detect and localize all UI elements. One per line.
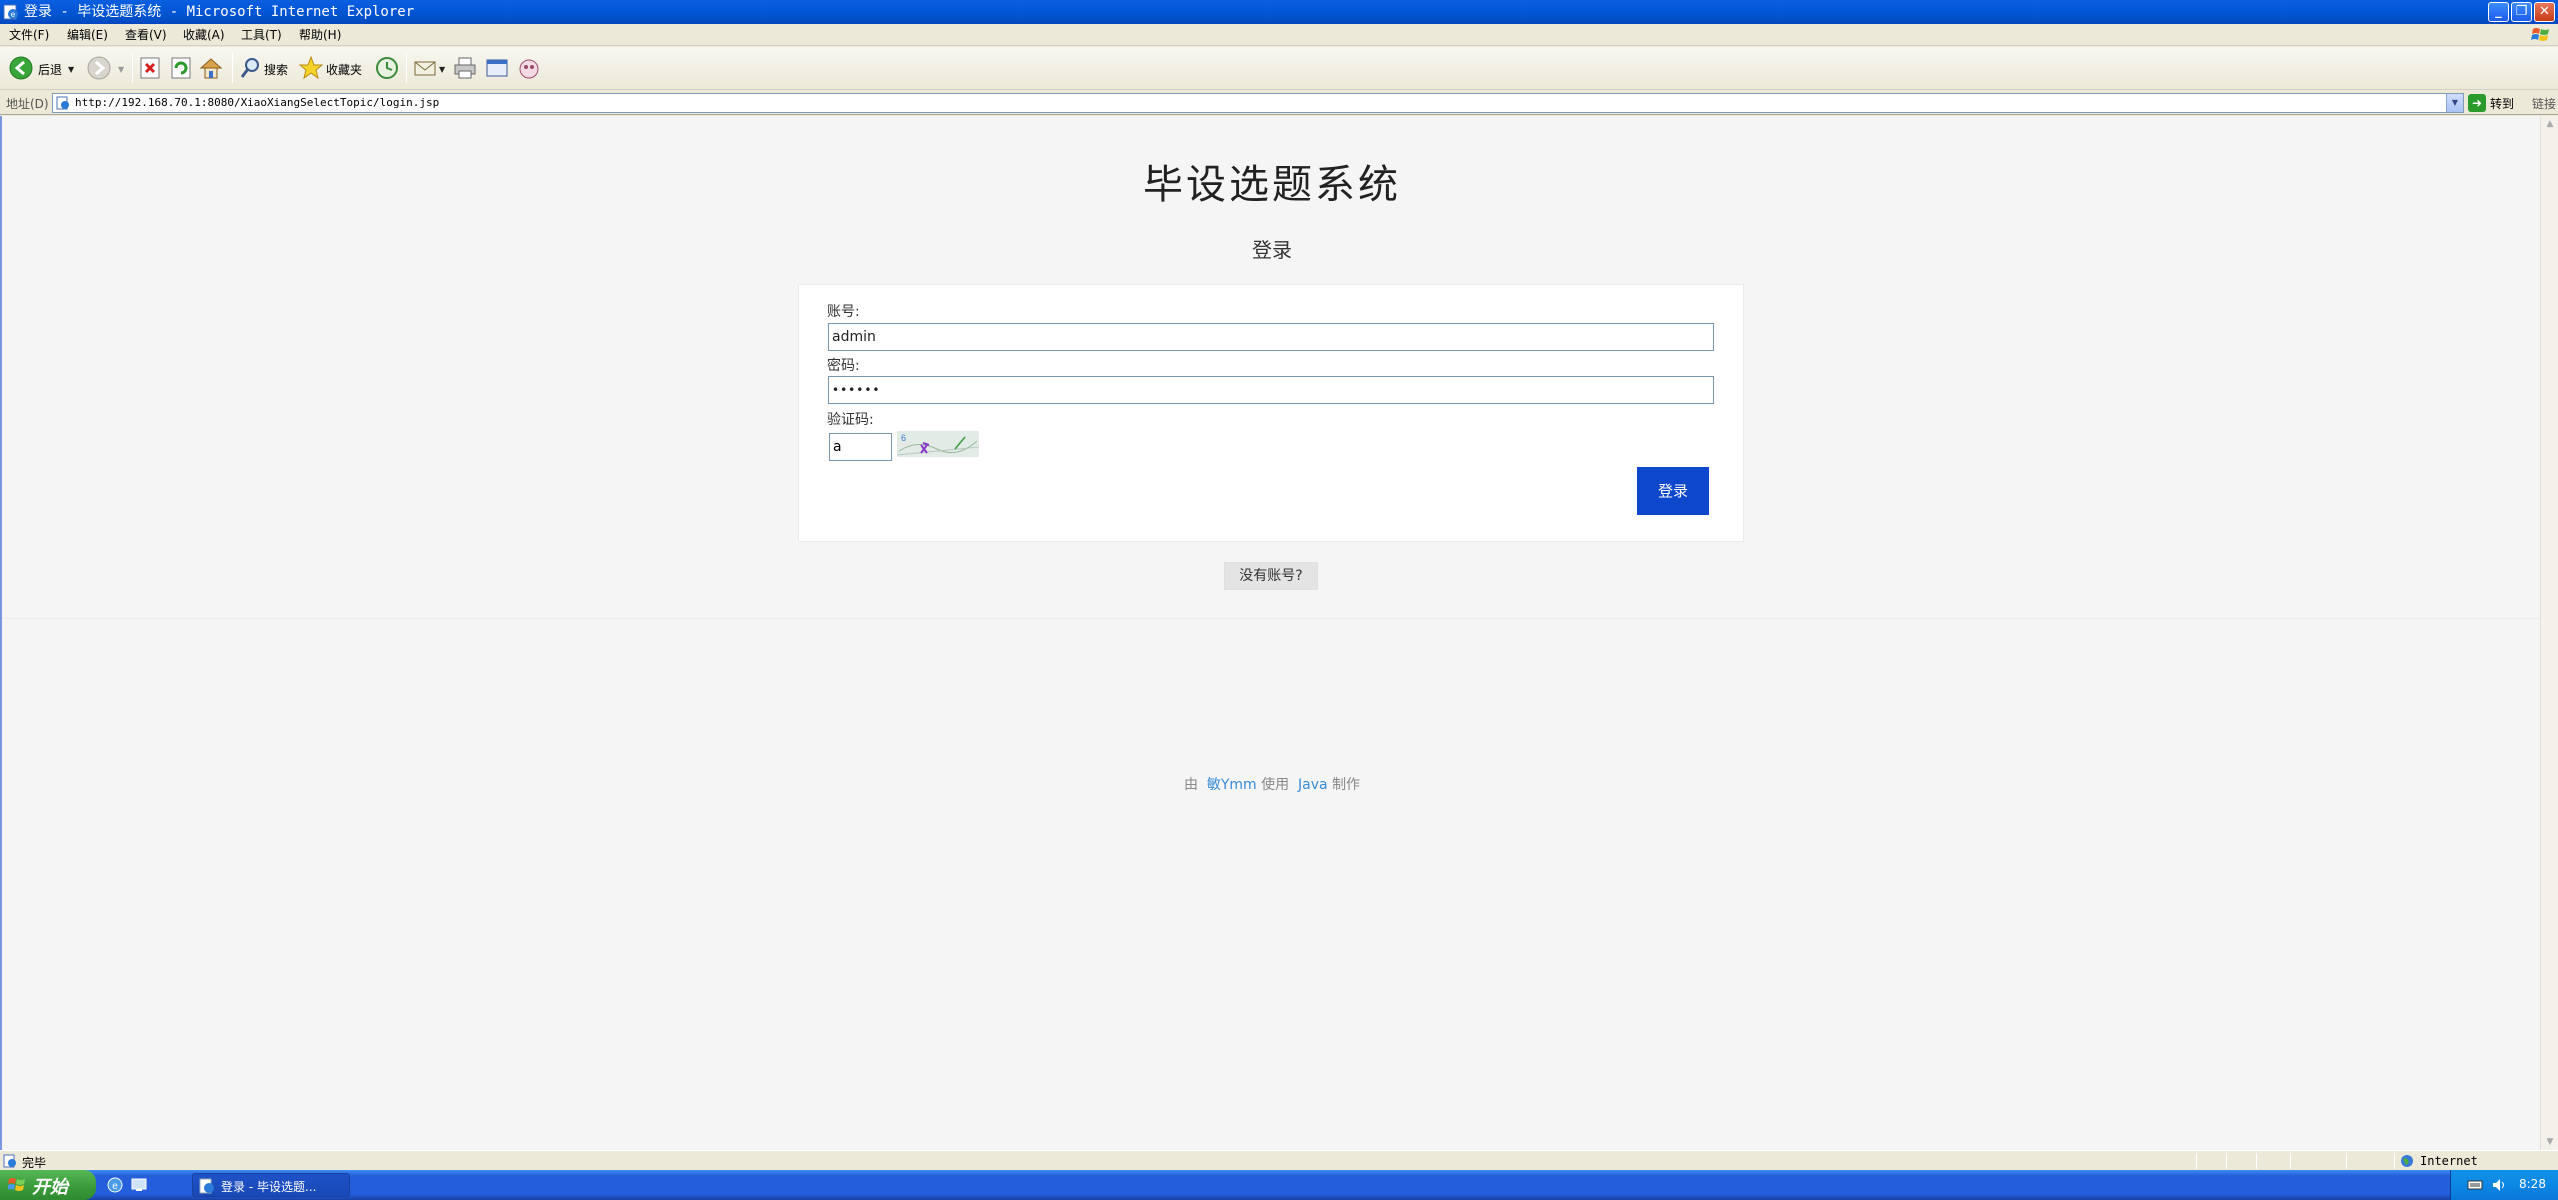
back-arrow-icon[interactable] [8,55,34,81]
scroll-down-icon[interactable]: ▼ [2542,1134,2558,1150]
tray-clock[interactable]: 8:28 [2519,1177,2546,1191]
menu-help[interactable]: 帮助(H) [299,27,341,43]
taskbar: 开始 e 登录 - 毕设选题... 8:28 [0,1170,2558,1200]
search-icon[interactable] [238,55,264,81]
stop-icon[interactable] [137,55,163,81]
minimize-button[interactable]: _ [2488,2,2509,22]
toolbar-divider [406,53,407,83]
register-link-button[interactable]: 没有账号? [1224,562,1318,590]
messenger-icon[interactable] [516,55,542,81]
status-divider [2394,1153,2395,1169]
captcha-label: 验证码: [827,412,874,428]
status-text: 完毕 [22,1156,47,1170]
back-button-label[interactable]: 后退 [38,61,62,78]
status-divider [2226,1153,2227,1169]
quicklaunch-desktop-icon[interactable] [130,1176,148,1194]
toolbar-divider [132,53,133,83]
taskbar-window-label: 登录 - 毕设选题... [221,1180,317,1194]
start-button[interactable]: 开始 [0,1170,96,1200]
captcha-input[interactable]: a [829,433,892,461]
edit-icon[interactable] [484,55,510,81]
menu-bar: 文件(F) 编辑(E) 查看(V) 收藏(A) 工具(T) 帮助(H) [0,24,2558,46]
security-zone-text: Internet [2420,1154,2478,1168]
svg-text:e: e [11,10,16,19]
account-label: 账号: [827,304,860,320]
toolbar-divider [232,53,233,83]
address-input[interactable]: http://192.168.70.1:8080/XiaoXiangSelect… [52,93,2464,113]
search-button-label[interactable]: 搜索 [264,61,288,78]
status-divider [2196,1153,2197,1169]
restore-button[interactable]: ❐ [2511,2,2532,22]
footer: 由 敏Ymm 使用 Java 制作 [2,774,2542,794]
status-divider [2346,1153,2347,1169]
favorites-star-icon[interactable] [298,55,324,81]
links-label[interactable]: 链接 [2532,95,2556,112]
home-icon[interactable] [198,55,224,81]
page-subtitle: 登录 [1252,238,1292,262]
address-bar: 地址(D) http://192.168.70.1:8080/XiaoXiang… [0,91,2558,115]
forward-arrow-icon[interactable] [86,55,112,81]
footer-author-link[interactable]: 敏Ymm [1207,777,1257,793]
footer-middle: 使用 [1261,777,1290,793]
window-title: 登录 - 毕设选题系统 - Microsoft Internet Explore… [24,4,415,20]
menu-favorites[interactable]: 收藏(A) [183,27,225,43]
footer-prefix: 由 [1183,777,1198,793]
history-icon[interactable] [374,55,400,81]
svg-text:6: 6 [901,433,906,443]
address-dropdown-icon[interactable]: ▼ [2446,94,2463,112]
status-divider [2256,1153,2257,1169]
system-tray: 8:28 [2450,1170,2558,1200]
toolbar: 后退 ▼ ▼ 搜索 收藏夹 ▼ [0,47,2558,90]
volume-icon[interactable] [2491,1177,2507,1193]
footer-suffix: 制作 [1332,777,1361,793]
login-button[interactable]: 登录 [1637,467,1709,515]
page-done-icon [3,1154,16,1168]
go-arrow-icon: ➜ [2468,94,2486,112]
back-dropdown-icon[interactable]: ▼ [68,65,74,74]
taskbar-window-button[interactable]: 登录 - 毕设选题... [192,1173,350,1197]
password-input[interactable]: •••••• [828,376,1714,404]
mail-icon[interactable] [412,55,438,81]
captcha-image[interactable]: 6 [897,431,979,457]
menu-edit[interactable]: 编辑(E) [67,27,108,43]
password-label: 密码: [827,358,860,374]
account-input[interactable]: admin [828,323,1714,351]
window-title-bar[interactable]: e 登录 - 毕设选题系统 - Microsoft Internet Explo… [0,0,2558,24]
close-button[interactable]: ✕ [2534,2,2555,22]
status-divider [2290,1153,2291,1169]
ie-page-icon [199,1178,214,1194]
forward-dropdown-icon[interactable]: ▼ [118,65,124,74]
keyboard-icon[interactable] [2467,1177,2483,1193]
menu-tools[interactable]: 工具(T) [241,27,282,43]
windows-flag-icon [2531,28,2549,41]
menu-file[interactable]: 文件(F) [9,27,49,43]
page-title: 毕设选题系统 [1143,162,1401,208]
quicklaunch-ie-icon[interactable]: e [106,1176,124,1194]
internet-globe-icon [2401,1155,2413,1167]
refresh-icon[interactable] [168,55,194,81]
vertical-scrollbar[interactable]: ▲ ▼ [2540,116,2558,1150]
login-form-card: 账号: admin 密码: •••••• 验证码: a 6 登录 [798,284,1744,542]
footer-java-link[interactable]: Java [1298,777,1328,793]
favorites-button-label[interactable]: 收藏夹 [326,61,362,78]
go-button-label: 转到 [2490,97,2515,111]
menu-view[interactable]: 查看(V) [125,27,167,43]
page-icon [56,96,69,110]
status-bar: 完毕 Internet [0,1150,2558,1170]
start-label: 开始 [32,1177,68,1198]
page-viewport: 毕设选题系统 登录 账号: admin 密码: •••••• 验证码: a 6 … [0,116,2542,1150]
go-button[interactable]: ➜ 转到 [2468,93,2520,113]
ie-page-icon: e [3,4,18,20]
windows-flag-icon [8,1178,25,1191]
address-label: 地址(D) [6,97,49,111]
content-divider [2,618,2542,619]
address-url[interactable]: http://192.168.70.1:8080/XiaoXiangSelect… [75,96,439,109]
svg-text:e: e [112,1181,118,1192]
scroll-up-icon[interactable]: ▲ [2542,116,2558,132]
print-icon[interactable] [452,55,478,81]
mail-dropdown-icon[interactable]: ▼ [439,65,445,74]
